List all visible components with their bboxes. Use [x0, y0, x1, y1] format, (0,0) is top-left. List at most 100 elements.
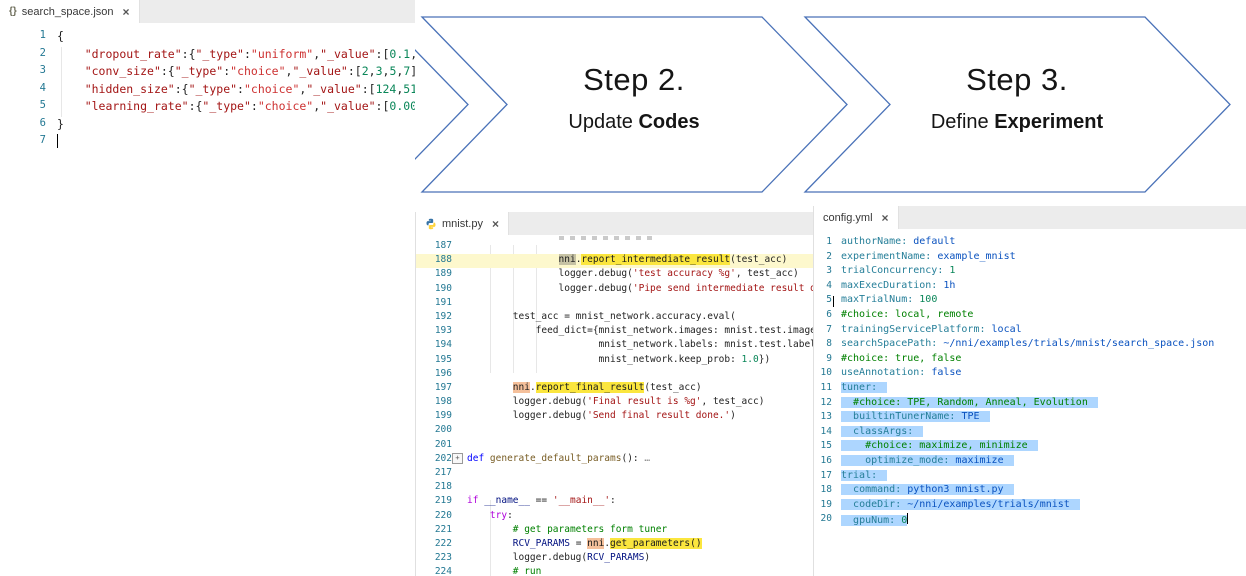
line-number: 11 [814, 382, 832, 397]
selection-highlight: codeDir: ~/nni/examples/trials/mnist [841, 499, 1080, 510]
code-line: 20 gpuNum: 0 [814, 513, 1246, 528]
line-number: 1 [814, 236, 832, 251]
code-text: trainingServicePlatform: local [841, 324, 1022, 339]
tab-search-space-json[interactable]: {} search_space.json × [0, 0, 140, 23]
code-text: "hidden_size":{"_type":"choice","_value"… [57, 82, 415, 100]
code-line: 2 experimentName: example_mnist [814, 251, 1246, 266]
code-line: 198 logger.debug('Final result is %g', t… [416, 396, 814, 410]
code-text: classArgs: [841, 426, 923, 441]
line-number: 8 [814, 338, 832, 353]
gutter-slot [832, 236, 841, 251]
code-area[interactable]: 1authorName: default2experimentName: exa… [814, 229, 1246, 576]
selection-highlight: trial: [841, 470, 887, 481]
code-area[interactable]: 1{2 "dropout_rate":{"_type":"uniform","_… [0, 23, 415, 358]
code-line: 219if __name__ == '__main__': [416, 495, 814, 509]
line-number: 202 [416, 453, 452, 467]
code-line: 202+ def generate_default_params(): … [416, 453, 814, 467]
code-text [57, 134, 58, 152]
tab-strip [509, 212, 814, 235]
code-text: codeDir: ~/nni/examples/trials/mnist [841, 499, 1080, 514]
line-number: 4 [0, 82, 46, 100]
canvas: Step 1. Define SearchSpace Step 2. Updat… [0, 0, 1246, 576]
code-line: 11 tuner: [814, 382, 1246, 397]
close-icon[interactable]: × [492, 218, 499, 230]
selection-highlight: command: python3 mnist.py [841, 484, 1014, 495]
code-text: def generate_default_params(): … [467, 453, 650, 467]
line-number: 197 [416, 382, 452, 396]
code-line: 13 builtinTunerName: TPE [814, 411, 1246, 426]
code-line: 17trial: [814, 470, 1246, 485]
code-line: 2 "dropout_rate":{"_type":"uniform","_va… [0, 47, 415, 65]
code-text: logger.debug('Final result is %g', test_… [467, 396, 764, 410]
tab-strip [140, 0, 415, 23]
line-number: 195 [416, 354, 452, 368]
code-line: 194 mnist_network.labels: mnist.test.lab… [416, 339, 814, 353]
code-text: experimentName: example_mnist [841, 251, 1016, 266]
line-number: 193 [416, 325, 452, 339]
code-line: 4 "hidden_size":{"_type":"choice","_valu… [0, 82, 415, 100]
gutter-slot [832, 484, 841, 499]
code-line: 6} [0, 117, 415, 135]
gutter-slot [832, 294, 841, 309]
tab-config-yml[interactable]: config.yml × [814, 206, 899, 229]
line-number: 5 [814, 294, 832, 309]
gutter-slot [46, 47, 57, 65]
line-number: 188 [416, 254, 452, 268]
code-line: 223 logger.debug(RCV_PARAMS) [416, 552, 814, 566]
step3-label: Step 3. Define Experiment [847, 62, 1187, 134]
line-number: 200 [416, 424, 452, 438]
gutter-slot [452, 368, 467, 382]
editor-panel-config-yml: config.yml × 1authorName: default2experi… [813, 206, 1246, 576]
gutter-slot [452, 439, 467, 453]
code-line: 1{ [0, 29, 415, 47]
close-icon[interactable]: × [882, 212, 889, 224]
line-number: 10 [814, 367, 832, 382]
gutter-slot [452, 339, 467, 353]
code-text: } [57, 117, 64, 135]
line-number: 187 [416, 240, 452, 254]
code-text: mnist_network.keep_prob: 1.0}) [467, 354, 770, 368]
gutter-slot [832, 309, 841, 324]
code-text: #choice: local, remote [841, 309, 973, 324]
gutter-slot [452, 382, 467, 396]
code-line: 5maxTrialNum: 100 [814, 294, 1246, 309]
line-number: 198 [416, 396, 452, 410]
gutter-slot [452, 254, 467, 268]
code-text: useAnnotation: false [841, 367, 961, 382]
code-text: logger.debug('Send final result done.') [467, 410, 736, 424]
line-number: 16 [814, 455, 832, 470]
code-line: 197 nni.report_final_result(test_acc) [416, 382, 814, 396]
line-number: 2 [814, 251, 832, 266]
gutter-slot [452, 325, 467, 339]
line-number: 1 [0, 29, 46, 47]
line-number: 4 [814, 280, 832, 295]
code-line: 221 # get parameters form tuner [416, 524, 814, 538]
line-number: 18 [814, 484, 832, 499]
gutter-slot [832, 411, 841, 426]
code-text: trialConcurrency: 1 [841, 265, 955, 280]
code-text: optimize_mode: maximize [841, 455, 1014, 470]
code-text: logger.debug('test accuracy %g', test_ac… [467, 268, 799, 282]
selection-highlight: gpuNum: 0 [841, 515, 907, 526]
tab-bar: mnist.py × [416, 212, 814, 235]
line-number: 13 [814, 411, 832, 426]
line-number: 199 [416, 410, 452, 424]
code-line: 18 command: python3 mnist.py [814, 484, 1246, 499]
code-line: 15 #choice: maximize, minimize [814, 440, 1246, 455]
step3-subtitle: Define Experiment [847, 111, 1187, 134]
code-line: 224 # run [416, 566, 814, 576]
line-number: 20 [814, 513, 832, 528]
code-area[interactable]: 187188 nni.report_intermediate_result(te… [416, 235, 814, 576]
gutter-slot [452, 495, 467, 509]
code-text: try: [467, 510, 513, 524]
line-number: 219 [416, 495, 452, 509]
tab-bar: config.yml × [814, 206, 1246, 229]
gutter-slot [46, 64, 57, 82]
fold-icon[interactable]: + [452, 453, 463, 464]
close-icon[interactable]: × [123, 6, 130, 18]
code-line: 200 [416, 424, 814, 438]
tab-mnist-py[interactable]: mnist.py × [416, 212, 509, 235]
code-line: 6#choice: local, remote [814, 309, 1246, 324]
code-text: tuner: [841, 382, 887, 397]
gutter-caret [833, 296, 834, 307]
